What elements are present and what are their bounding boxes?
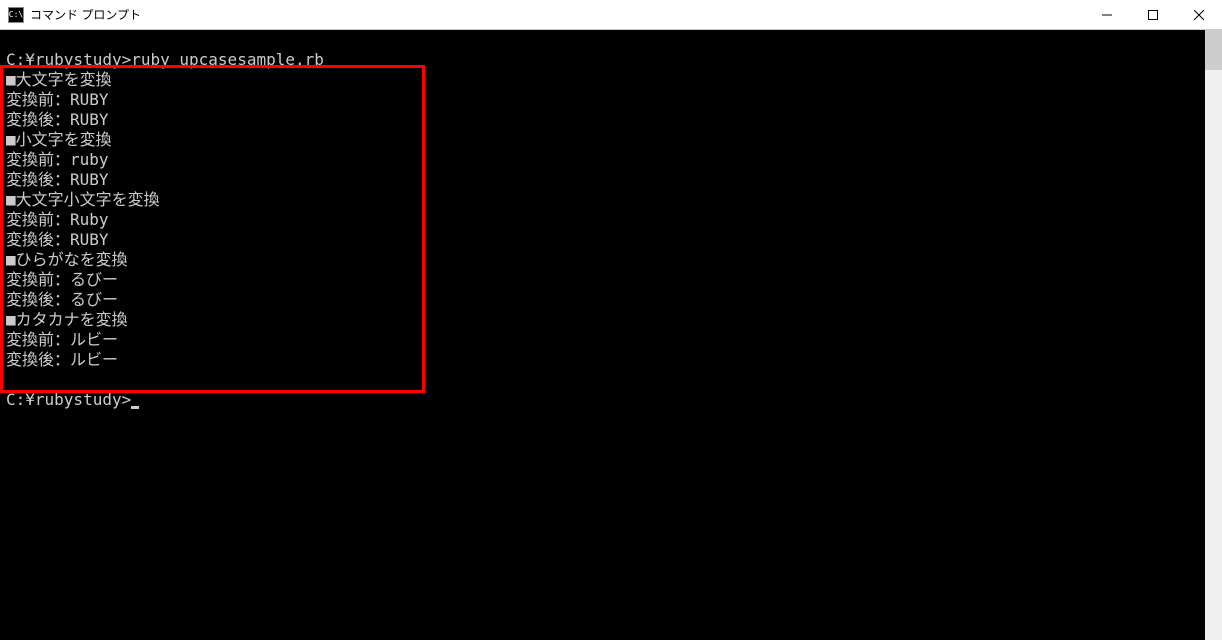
- minimize-button[interactable]: [1084, 0, 1130, 30]
- titlebar: C:\ コマンド プロンプト: [0, 0, 1222, 30]
- terminal-line: 変換後：RUBY: [0, 170, 1205, 190]
- terminal-line: ■大文字小文字を変換: [0, 190, 1205, 210]
- terminal-line: 変換後：ルビー: [0, 350, 1205, 370]
- app-icon-text: C:\: [9, 10, 23, 19]
- terminal-line: 変換後：RUBY: [0, 110, 1205, 130]
- terminal-line: 変換前：Ruby: [0, 210, 1205, 230]
- minimize-icon: [1102, 10, 1112, 20]
- maximize-icon: [1148, 10, 1158, 20]
- maximize-button[interactable]: [1130, 0, 1176, 30]
- terminal-line: 変換後：RUBY: [0, 230, 1205, 250]
- spacer: [0, 30, 1205, 50]
- terminal-line: ■大文字を変換: [0, 70, 1205, 90]
- scrollbar-thumb[interactable]: [1205, 30, 1222, 70]
- terminal-line: 変換前：RUBY: [0, 90, 1205, 110]
- close-button[interactable]: [1176, 0, 1222, 30]
- terminal-line: C:¥rubystudy>ruby upcasesample.rb: [0, 50, 1205, 70]
- terminal-line: 変換後：るびー: [0, 290, 1205, 310]
- terminal-line: 変換前：ruby: [0, 150, 1205, 170]
- spacer: [0, 370, 1205, 390]
- window-controls: [1084, 0, 1222, 29]
- terminal-content[interactable]: C:¥rubystudy>ruby upcasesample.rb ■大文字を変…: [0, 30, 1205, 640]
- terminal-line: ■ひらがなを変換: [0, 250, 1205, 270]
- prompt-text: C:¥rubystudy>: [6, 390, 131, 409]
- app-icon: C:\: [8, 7, 24, 23]
- terminal-line: ■小文字を変換: [0, 130, 1205, 150]
- scrollbar[interactable]: [1205, 30, 1222, 640]
- terminal-line: ■カタカナを変換: [0, 310, 1205, 330]
- close-icon: [1194, 10, 1204, 20]
- terminal-area[interactable]: C:¥rubystudy>ruby upcasesample.rb ■大文字を変…: [0, 30, 1222, 640]
- terminal-line: 変換前：るびー: [0, 270, 1205, 290]
- terminal-line: 変換前：ルビー: [0, 330, 1205, 350]
- window-title: コマンド プロンプト: [30, 6, 141, 23]
- terminal-prompt-line: C:¥rubystudy>: [0, 390, 1205, 410]
- cursor: [131, 406, 139, 409]
